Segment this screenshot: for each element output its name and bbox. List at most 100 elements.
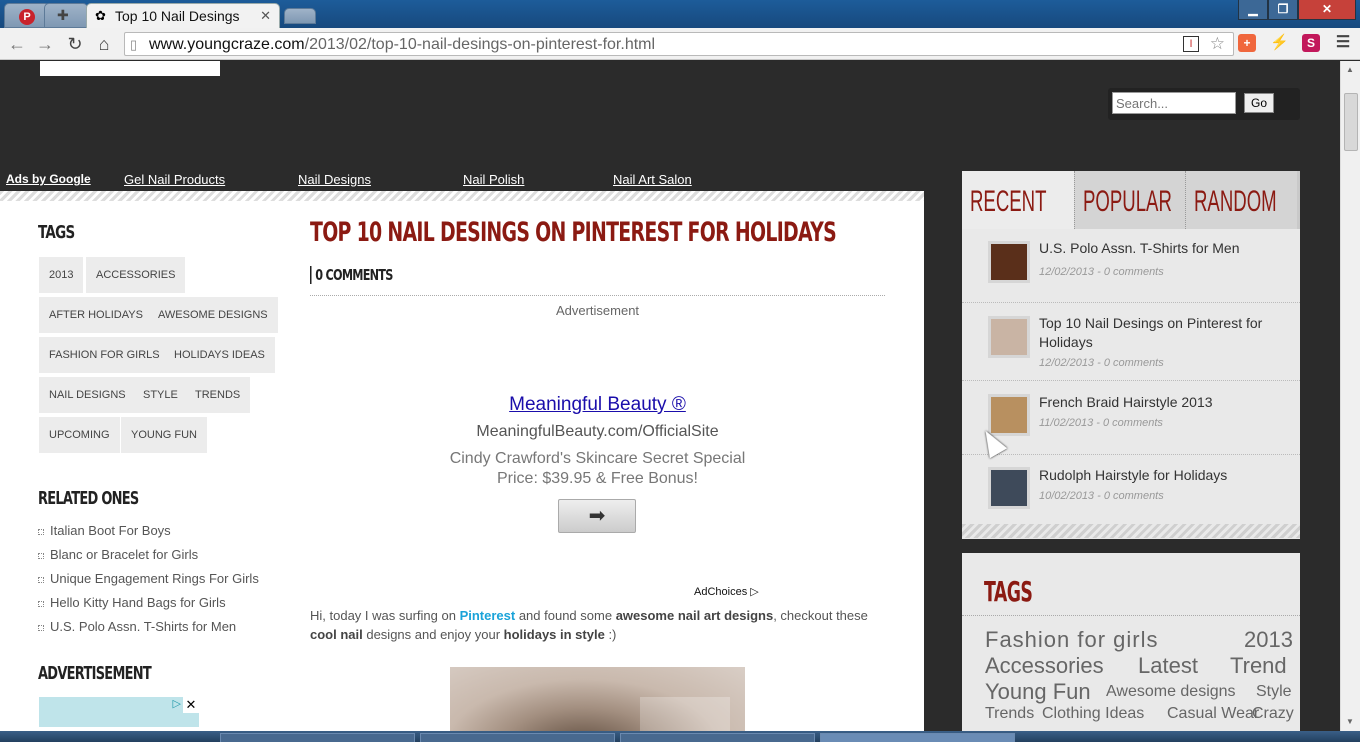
ads-link-bar: Ads by Google Gel Nail Products Nail Des… xyxy=(0,169,728,191)
close-tab-icon[interactable]: ✕ xyxy=(260,8,271,24)
cloud-tag[interactable]: Young Fun xyxy=(985,679,1091,705)
cloud-tag[interactable]: Trends xyxy=(985,705,1034,723)
lightning-icon[interactable]: ⚡ xyxy=(1270,34,1289,52)
related-link[interactable]: Hello Kitty Hand Bags for Girls xyxy=(38,595,226,610)
reload-icon[interactable]: ↻ xyxy=(64,33,86,55)
recent-post-title[interactable]: Top 10 Nail Desings on Pinterest for Hol… xyxy=(1039,314,1279,352)
scroll-down-icon[interactable]: ▼ xyxy=(1346,717,1354,726)
sidebar-tabs-widget: RECENT POPULAR RANDOM U.S. Polo Assn. T-… xyxy=(962,171,1300,539)
comments-count[interactable]: 0 COMMENTS xyxy=(310,266,393,284)
extension-s-icon[interactable]: S xyxy=(1302,34,1320,52)
tag-link[interactable]: HOLIDAYS IDEAS xyxy=(164,337,275,373)
ad-close-icon[interactable]: ✕ xyxy=(183,697,199,713)
tab-strip: P ✚ ✿ Top 10 Nail Desings ✕ ▁ ❐ ✕ xyxy=(0,0,1360,28)
home-icon[interactable]: ⌂ xyxy=(93,33,115,55)
page-viewport: Go Ads by Google Gel Nail Products Nail … xyxy=(0,61,1340,731)
ad-arrow-button[interactable]: ➡ xyxy=(558,499,636,533)
cloud-tag[interactable]: Latest xyxy=(1138,653,1198,679)
back-icon[interactable]: ← xyxy=(6,33,28,55)
tag-link[interactable]: TRENDS xyxy=(185,377,251,413)
recent-post-item[interactable]: French Braid Hairstyle 2013 11/02/2013 -… xyxy=(962,381,1300,455)
search-go-button[interactable]: Go xyxy=(1244,93,1274,113)
recent-post-item[interactable]: Rudolph Hairstyle for Holidays 10/02/201… xyxy=(962,455,1300,529)
ad-text: Cindy Crawford's Skincare Secret Special… xyxy=(449,450,746,487)
ad-link[interactable]: Nail Art Salon xyxy=(613,172,692,187)
tag-link[interactable]: FASHION FOR GIRLS xyxy=(39,337,170,373)
related-link[interactable]: U.S. Polo Assn. T-Shirts for Men xyxy=(37,619,236,634)
forward-icon[interactable]: → xyxy=(34,33,56,55)
cloud-tag[interactable]: Style xyxy=(1256,683,1292,701)
url-text: www.youngcraze.com/2013/02/top-10-nail-d… xyxy=(149,36,656,53)
ads-by-google-link[interactable]: Ads by Google xyxy=(6,172,91,186)
stripe-divider xyxy=(0,191,924,201)
tab-recent[interactable]: RECENT xyxy=(962,171,1074,229)
extension-plus-icon[interactable]: + xyxy=(1238,34,1256,52)
site-logo[interactable] xyxy=(40,61,220,76)
heading-divider xyxy=(962,615,1300,616)
advertisement-label: Advertisement xyxy=(555,303,640,318)
tab-active[interactable]: ✿ Top 10 Nail Desings ✕ xyxy=(86,3,280,28)
stripe-divider xyxy=(962,524,1300,538)
tag-cloud-widget: TAGS Fashion for girls 2013 Accessories … xyxy=(962,553,1300,731)
related-link[interactable]: Italian Boot For Boys xyxy=(38,523,171,538)
maximize-button[interactable]: ❐ xyxy=(1268,0,1298,20)
post-thumbnail xyxy=(988,241,1030,283)
close-window-button[interactable]: ✕ xyxy=(1298,0,1356,20)
recent-post-title[interactable]: U.S. Polo Assn. T-Shirts for Men xyxy=(1039,239,1279,258)
cloud-tag[interactable]: 2013 xyxy=(1244,627,1293,653)
tab-random[interactable]: RANDOM xyxy=(1185,171,1297,229)
ad-link[interactable]: Nail Polish xyxy=(463,172,524,187)
cloud-tag[interactable]: Awesome designs xyxy=(1106,683,1236,701)
pinterest-icon: P xyxy=(19,9,35,25)
ad-link[interactable]: Nail Designs xyxy=(298,172,371,187)
scroll-up-icon[interactable]: ▲ xyxy=(1346,65,1354,74)
taskbar-button[interactable] xyxy=(220,733,415,742)
address-bar[interactable]: ▯ www.youngcraze.com/2013/02/top-10-nail… xyxy=(124,32,1234,56)
ad-link[interactable]: Gel Nail Products xyxy=(124,172,225,187)
cloud-tag[interactable]: Crazy xyxy=(1252,705,1294,723)
post-thumbnail xyxy=(988,467,1030,509)
ad-title-link[interactable]: Meaningful Beauty ® xyxy=(310,394,885,416)
post-intro: Hi, today I was surfing on Pinterest and… xyxy=(310,608,868,642)
search-form: Go xyxy=(1108,88,1300,120)
related-link[interactable]: Unique Engagement Rings For Girls xyxy=(38,571,259,586)
adchoices-link[interactable]: AdChoices ▷ xyxy=(694,585,759,598)
cloud-tag[interactable]: Casual Wear xyxy=(1167,705,1259,723)
cloud-tag[interactable]: Trend xyxy=(1230,653,1287,679)
side-ad-banner[interactable]: ▷ ✕ xyxy=(39,697,199,727)
tab-popular[interactable]: POPULAR xyxy=(1074,171,1185,229)
tag-link[interactable]: UPCOMING xyxy=(39,417,120,453)
cloud-tag[interactable]: Fashion for girls xyxy=(985,627,1159,653)
title-divider xyxy=(310,295,885,296)
tag-link[interactable]: 2013 xyxy=(39,257,84,293)
menu-icon[interactable]: ☰ xyxy=(1334,34,1352,52)
tag-link[interactable]: NAIL DESIGNS xyxy=(39,377,136,413)
tag-link[interactable]: STYLE xyxy=(133,377,188,413)
recent-post-title[interactable]: French Braid Hairstyle 2013 xyxy=(1039,393,1279,412)
reader-icon[interactable]: I xyxy=(1183,36,1199,52)
ad-info-icon[interactable]: ▷ xyxy=(173,697,181,710)
tag-link[interactable]: YOUNG FUN xyxy=(121,417,207,453)
recent-post-item[interactable]: U.S. Polo Assn. T-Shirts for Men 12/02/2… xyxy=(962,229,1300,303)
star-icon[interactable]: ☆ xyxy=(1210,34,1225,54)
pinterest-link[interactable]: Pinterest xyxy=(460,608,516,623)
related-link[interactable]: Blanc or Bracelet for Girls xyxy=(37,547,198,562)
taskbar-button[interactable] xyxy=(420,733,615,742)
cloud-tag[interactable]: Accessories xyxy=(985,653,1104,679)
search-input[interactable] xyxy=(1112,92,1236,114)
recent-post-item[interactable]: Top 10 Nail Desings on Pinterest for Hol… xyxy=(962,303,1300,381)
tag-link[interactable]: ACCESSORIES xyxy=(86,257,186,293)
scrollbar-thumb[interactable] xyxy=(1344,93,1358,151)
new-tab-button[interactable] xyxy=(284,8,316,24)
tag-link[interactable]: AWESOME DESIGNS xyxy=(148,297,278,333)
post-title[interactable]: TOP 10 NAIL DESINGS ON PINTEREST FOR HOL… xyxy=(310,217,837,248)
advertisement-heading: ADVERTISEMENT xyxy=(38,663,152,684)
recent-post-title[interactable]: Rudolph Hairstyle for Holidays xyxy=(1039,466,1279,485)
taskbar-button[interactable] xyxy=(620,733,815,742)
minimize-button[interactable]: ▁ xyxy=(1238,0,1268,20)
cloud-tag[interactable]: Clothing Ideas xyxy=(1042,705,1144,723)
taskbar-button[interactable] xyxy=(820,733,1015,742)
tag-link[interactable]: AFTER HOLIDAYS xyxy=(39,297,153,333)
tab-extensions[interactable]: ✚ xyxy=(44,3,88,28)
vertical-scrollbar[interactable]: ▲ ▼ xyxy=(1340,61,1360,731)
